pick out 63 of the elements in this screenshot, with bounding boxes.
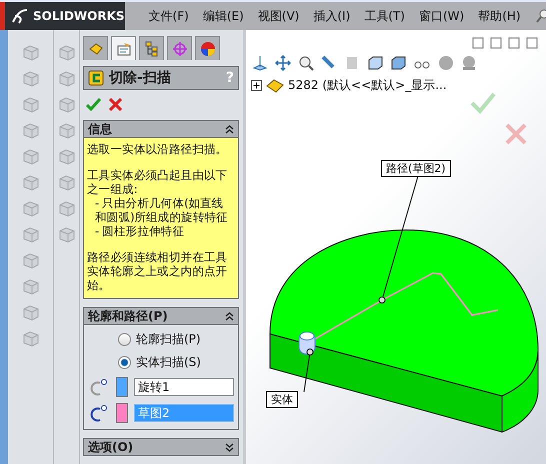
radio-button[interactable]: [118, 333, 131, 346]
window-control-icon[interactable]: [490, 37, 502, 49]
section-header[interactable]: 选项(O): [83, 438, 239, 456]
part-icon: [88, 40, 104, 56]
panel-title: 切除-扫描: [109, 69, 172, 87]
panel-tab[interactable]: [111, 36, 136, 60]
selection-field[interactable]: 旋转1: [134, 378, 234, 396]
menu-item[interactable]: 文件(F): [148, 8, 189, 24]
point-marker: [378, 296, 386, 304]
sphere-icon[interactable]: [461, 55, 477, 71]
info-text: 工具实体必须凸起且由以下之一组成:: [87, 168, 228, 196]
profile-icon: [88, 378, 110, 396]
ds-logo-icon: [11, 8, 29, 24]
menu-item[interactable]: 窗口(W): [418, 8, 464, 24]
tree-icon: [144, 40, 160, 56]
path-icon: [88, 404, 110, 422]
panel-tab[interactable]: [139, 36, 164, 60]
app-name: SOLIDWORKS: [33, 9, 125, 23]
sphere-icon[interactable]: [438, 55, 454, 71]
section-title: 轮廓和路径(P): [88, 308, 168, 324]
tree-item[interactable]: 5282 (默认<<默认>_显示...: [288, 77, 447, 94]
menu-item[interactable]: 编辑(E): [202, 8, 244, 24]
menu-item[interactable]: 视图(V): [258, 8, 300, 24]
window-control-icon[interactable]: [508, 37, 520, 49]
section-header[interactable]: 信息: [83, 120, 239, 138]
menu-item[interactable]: 插入(I): [313, 8, 350, 24]
expand-icon: [225, 442, 234, 452]
menu-item[interactable]: 帮助(H): [478, 8, 521, 24]
view-cube-icon[interactable]: [367, 55, 383, 71]
normal-axis-icon[interactable]: [252, 55, 268, 71]
window-control-icon[interactable]: [526, 37, 538, 49]
cancel-x-icon[interactable]: [505, 123, 527, 145]
expand-toggle[interactable]: [251, 80, 262, 91]
callout-label: 路径(草图2): [381, 160, 451, 177]
info-text: - 只由分析几何体(如直线和圆弧)所组成的旋转特征: [94, 196, 229, 224]
ok-check-icon[interactable]: [86, 98, 101, 110]
point-marker: [306, 348, 314, 356]
window-control-icon[interactable]: [472, 37, 484, 49]
info-text: 路径必须连续相切并在工具实体轮廓之上或之内的点开始。: [87, 250, 228, 292]
collapse-icon: [225, 124, 234, 134]
color-ball-icon: [200, 40, 216, 56]
part-icon: [265, 78, 285, 94]
info-text: 选取一实体以沿路径扫描。: [87, 142, 228, 156]
radio-button[interactable]: [118, 356, 131, 369]
cube-icon[interactable]: [390, 55, 406, 71]
move-arrows-icon[interactable]: [275, 55, 291, 71]
radio-label: 轮廓扫描(P): [136, 331, 201, 348]
section-title: 选项(O): [88, 438, 134, 456]
menu-item[interactable]: 工具(T): [364, 8, 405, 24]
section-header[interactable]: 轮廓和路径(P): [83, 307, 239, 325]
confirm-check-icon[interactable]: [470, 92, 496, 114]
callout-label: 实体: [266, 391, 298, 408]
info-text: - 圆柱形拉伸特征: [94, 224, 186, 238]
radio-label: 实体扫描(S): [136, 354, 201, 371]
panel-tab[interactable]: [195, 36, 220, 60]
section-title: 信息: [88, 120, 112, 138]
panel-tab[interactable]: [83, 36, 108, 60]
zoom-icon[interactable]: [298, 55, 314, 71]
collapse-icon: [225, 312, 234, 320]
crosshair-icon: [172, 40, 188, 56]
sweep-cut-icon: [88, 70, 104, 86]
cancel-x-icon[interactable]: [109, 98, 122, 110]
properties-icon: [116, 40, 132, 56]
